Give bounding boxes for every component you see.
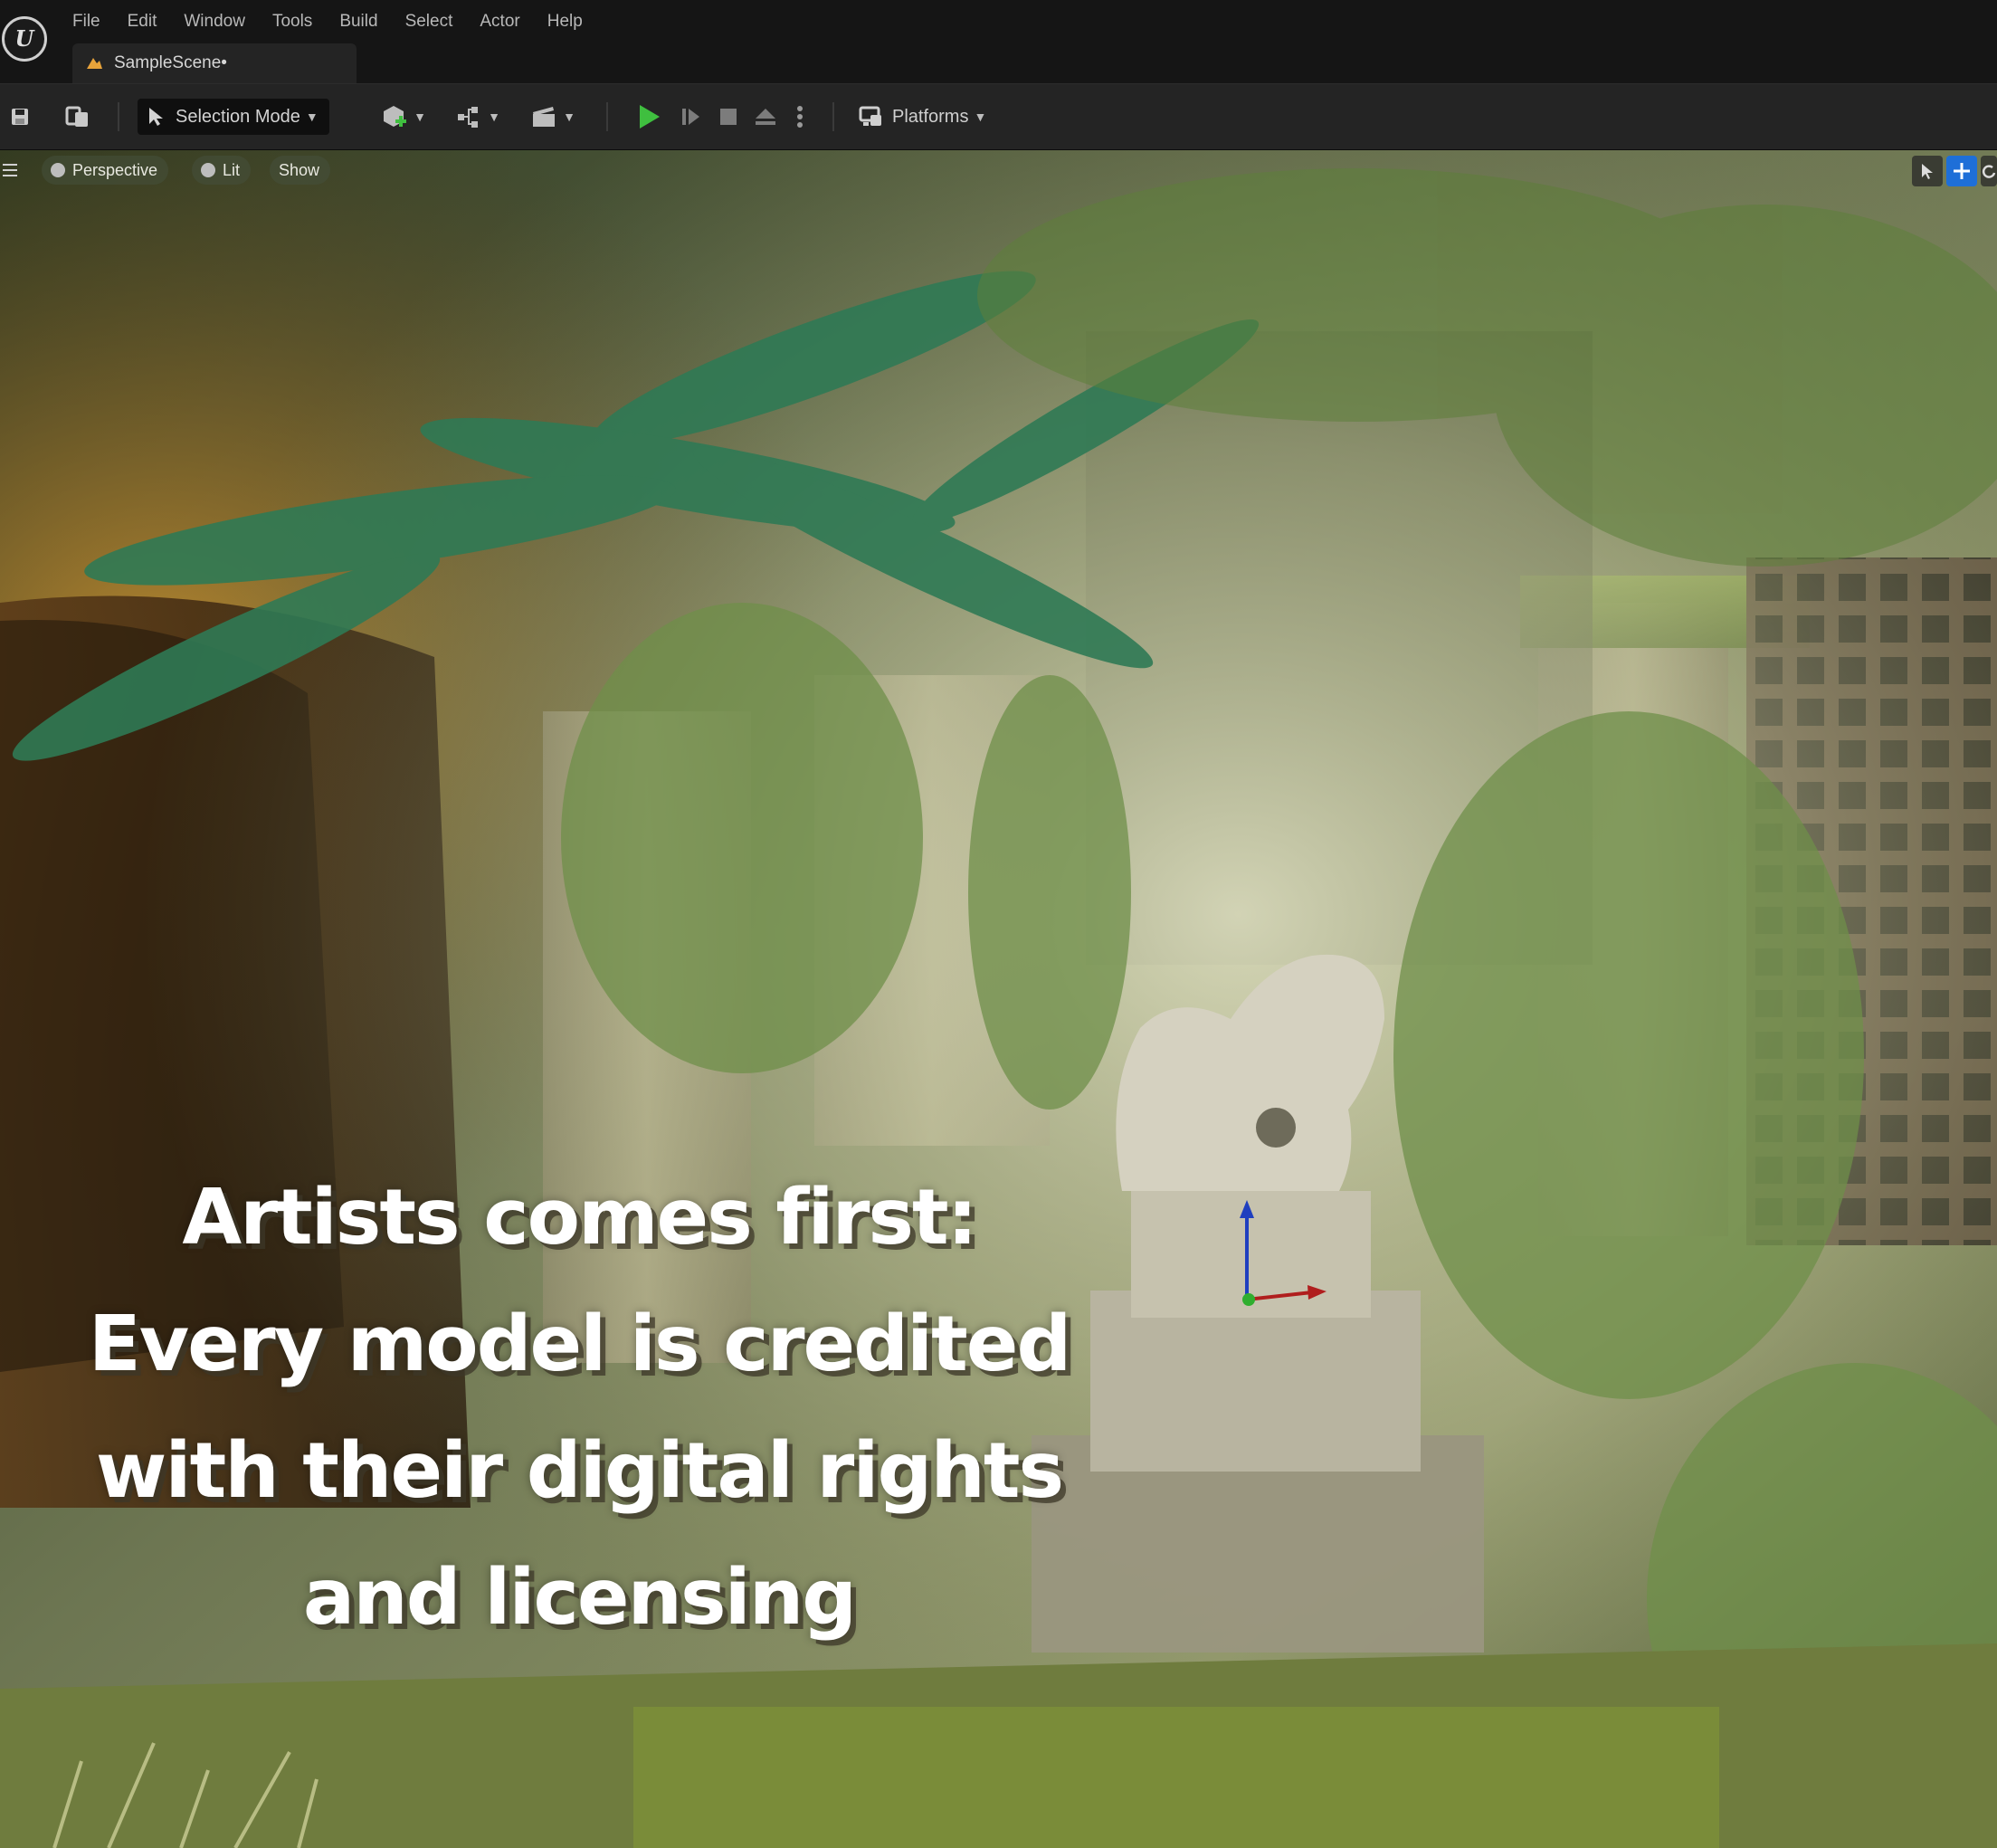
unreal-engine-logo[interactable]: U — [2, 16, 47, 62]
toolbar-separator — [118, 102, 119, 131]
step-forward-icon — [682, 109, 699, 125]
blueprint-nodes-icon — [458, 107, 479, 128]
level-icon — [87, 58, 102, 69]
content-browser-icon — [65, 106, 88, 127]
content-browser-button[interactable] — [60, 99, 96, 135]
menu-file[interactable]: File — [62, 5, 111, 38]
chevron-down-icon: ▼ — [305, 110, 319, 124]
blueprints-button[interactable]: ▼ — [451, 99, 505, 135]
chevron-down-icon: ▼ — [414, 110, 426, 124]
platforms-label: Platforms — [892, 106, 969, 127]
stop-icon — [720, 109, 737, 125]
unreal-editor-window: U File Edit Window Tools Build Select Ac… — [0, 0, 1997, 1848]
play-button[interactable] — [633, 99, 666, 135]
transform-tools — [1908, 156, 1997, 186]
caption-line: Every model is credited — [88, 1300, 1072, 1389]
play-icon — [640, 105, 660, 129]
selection-mode-label: Selection Mode — [176, 106, 300, 127]
chevron-down-icon: ▼ — [563, 110, 575, 124]
more-options-icon — [797, 106, 803, 128]
menu-tools[interactable]: Tools — [262, 5, 323, 38]
chevron-down-icon: ▼ — [488, 110, 500, 124]
main-toolbar: Selection Mode ▼ ▼ ▼ ▼ Platforms ▼ — [0, 83, 1997, 151]
stop-button[interactable] — [715, 99, 742, 135]
cursor-icon — [1922, 164, 1933, 179]
caption-line: Artists comes first: — [182, 1173, 977, 1262]
perspective-dropdown[interactable]: Perspective — [42, 156, 169, 185]
cube-icon — [51, 163, 65, 177]
tab-sample-scene[interactable]: SampleScene• — [72, 43, 357, 83]
logo-glyph: U — [14, 25, 34, 52]
menu-help[interactable]: Help — [537, 5, 594, 38]
clapperboard-icon — [533, 107, 556, 127]
toolbar-separator — [832, 102, 834, 131]
menu-window[interactable]: Window — [173, 5, 256, 38]
caption-line: and licensing — [302, 1553, 857, 1643]
overlay-caption: Artists comes first: Every model is cred… — [54, 1155, 1104, 1662]
menu-actor[interactable]: Actor — [469, 5, 530, 38]
lit-dropdown[interactable]: Lit — [192, 156, 252, 185]
lit-label: Lit — [223, 161, 241, 179]
move-icon — [1954, 163, 1970, 179]
platforms-dropdown[interactable]: Platforms ▼ — [858, 99, 994, 135]
show-dropdown[interactable]: Show — [270, 156, 331, 185]
add-content-button[interactable]: ▼ — [376, 99, 431, 135]
title-bar: U File Edit Window Tools Build Select Ac… — [0, 0, 1997, 83]
cinematics-button[interactable]: ▼ — [525, 99, 581, 135]
select-tool-button[interactable] — [1912, 156, 1943, 186]
add-actor-icon — [384, 106, 407, 127]
menu-edit[interactable]: Edit — [117, 5, 168, 38]
tab-label: SampleScene• — [114, 53, 227, 72]
selection-mode-dropdown[interactable]: Selection Mode ▼ — [138, 99, 329, 135]
menu-select[interactable]: Select — [395, 5, 464, 38]
caption-line: with their digital rights — [95, 1426, 1064, 1516]
eject-icon — [756, 109, 775, 125]
level-viewport[interactable]: Perspective Lit Show Artists comes first… — [0, 150, 1997, 1848]
menu-bar: File Edit Window Tools Build Select Acto… — [62, 5, 599, 38]
advance-frame-button[interactable] — [677, 99, 706, 135]
rotate-tool-button[interactable] — [1981, 156, 1997, 186]
platforms-icon — [859, 106, 881, 126]
viewport-menu-button[interactable] — [0, 156, 20, 185]
hamburger-icon — [3, 169, 17, 171]
viewport-toolbar: Perspective Lit Show — [0, 150, 1997, 190]
toolbar-separator — [606, 102, 608, 131]
show-label: Show — [279, 161, 320, 179]
play-options-button[interactable] — [791, 99, 809, 135]
menu-build[interactable]: Build — [328, 5, 388, 38]
perspective-label: Perspective — [72, 161, 158, 179]
chevron-down-icon: ▼ — [974, 110, 987, 124]
lit-sphere-icon — [201, 163, 215, 177]
rotate-icon — [1982, 165, 1996, 178]
move-tool-button[interactable] — [1946, 156, 1977, 186]
save-button[interactable] — [4, 99, 36, 135]
eject-button[interactable] — [751, 99, 780, 135]
cursor-select-icon — [149, 108, 163, 126]
save-icon — [12, 109, 28, 125]
